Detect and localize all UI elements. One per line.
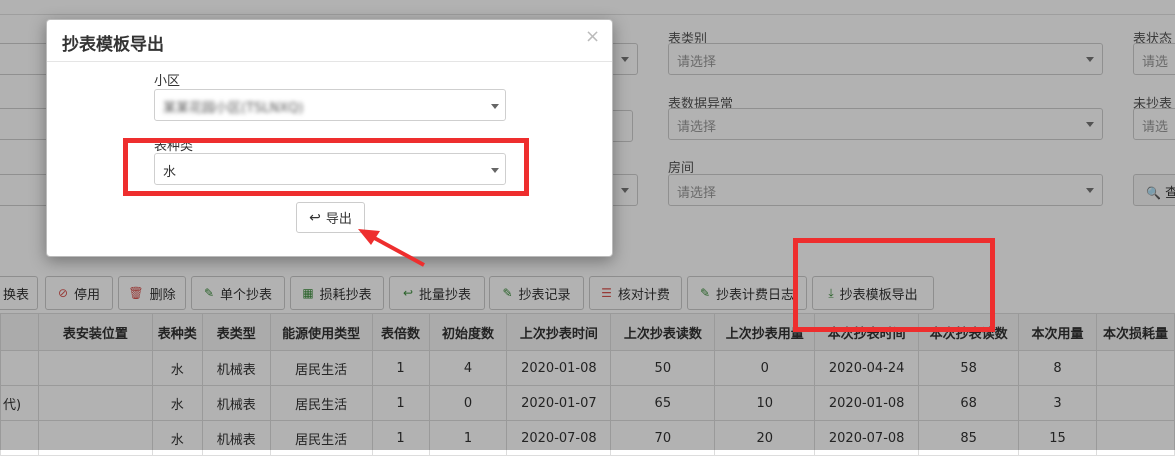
community-select[interactable]: 某某花园小区(TSLNXQ) bbox=[154, 89, 506, 121]
close-icon[interactable]: × bbox=[585, 26, 600, 47]
community-value: 某某花园小区(TSLNXQ) bbox=[163, 101, 304, 116]
modal-header: 抄表模板导出 × bbox=[47, 20, 612, 62]
annotation-box-export-button bbox=[793, 238, 995, 332]
chevron-down-icon bbox=[491, 104, 499, 109]
annotation-box-meter-kind bbox=[123, 138, 529, 196]
community-label: 小区 bbox=[154, 74, 181, 89]
export-button-label: 导出 bbox=[325, 212, 352, 227]
modal-title: 抄表模板导出 bbox=[62, 35, 164, 55]
annotation-arrow-icon bbox=[358, 229, 425, 267]
reply-icon: ↩ bbox=[309, 209, 321, 226]
